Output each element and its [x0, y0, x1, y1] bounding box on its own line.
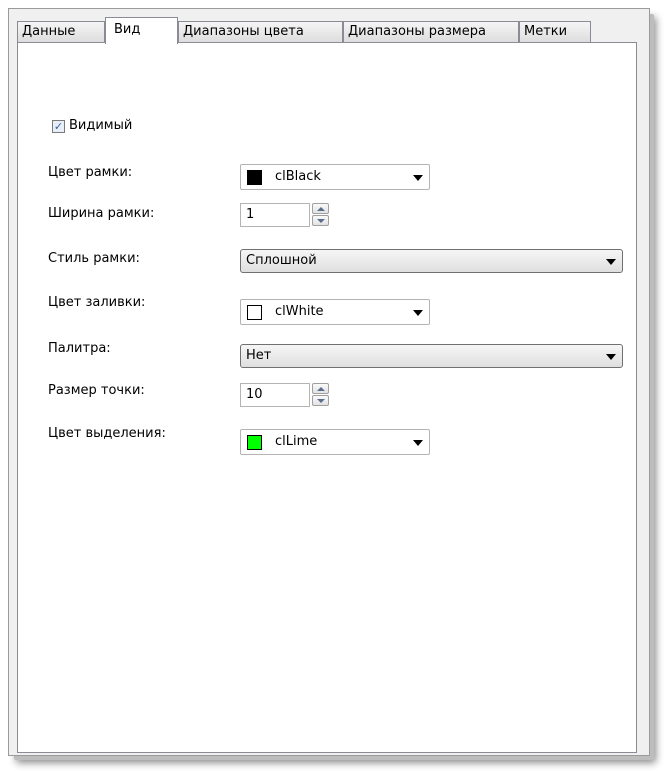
arrow-up-icon [317, 207, 325, 211]
fill-color-label: Цвет заливки: [48, 295, 146, 310]
point-size-label: Размер точки: [48, 383, 145, 398]
highlight-color-swatch [247, 435, 262, 450]
arrow-down-icon [317, 219, 325, 223]
border-style-label: Стиль рамки: [48, 251, 140, 266]
tab-data[interactable]: Данные [17, 21, 105, 43]
point-size-value: 10 [246, 387, 263, 402]
border-color-value: clBlack [275, 169, 321, 184]
border-color-label: Цвет рамки: [48, 165, 133, 180]
chevron-down-icon [413, 440, 423, 446]
palette-select[interactable]: Нет [240, 344, 623, 368]
tab-color-ranges[interactable]: Диапазоны цвета [178, 21, 343, 43]
tab-strip: Данные Вид Диапазоны цвета Диапазоны раз… [17, 17, 637, 44]
fill-color-select[interactable]: clWhite [240, 299, 430, 325]
view-tab-panel: ✓ Видимый Цвет рамки: clBlack Ширина рам… [17, 42, 637, 753]
fill-color-value: clWhite [275, 304, 324, 319]
border-width-input[interactable]: 1 [240, 203, 310, 227]
spin-down-button[interactable] [312, 215, 329, 226]
border-style-select[interactable]: Сплошной [240, 249, 623, 273]
border-width-value: 1 [246, 207, 255, 222]
palette-label: Палитра: [48, 341, 111, 356]
highlight-color-value: clLime [275, 434, 318, 449]
properties-window: Данные Вид Диапазоны цвета Диапазоны раз… [8, 8, 650, 756]
tab-size-ranges[interactable]: Диапазоны размера [343, 21, 519, 43]
palette-value: Нет [246, 348, 272, 363]
chevron-down-icon [413, 310, 423, 316]
arrow-down-icon [317, 399, 325, 403]
visible-checkbox[interactable]: ✓ [52, 120, 65, 133]
tab-view[interactable]: Вид [105, 17, 178, 44]
border-color-swatch [247, 170, 262, 185]
highlight-color-select[interactable]: clLime [240, 429, 430, 455]
visible-checkbox-label: Видимый [69, 118, 133, 133]
highlight-color-label: Цвет выделения: [48, 426, 166, 441]
chevron-down-icon [606, 259, 616, 265]
arrow-up-icon [317, 387, 325, 391]
chevron-down-icon [413, 175, 423, 181]
spin-down-button[interactable] [312, 395, 329, 406]
border-color-select[interactable]: clBlack [240, 164, 430, 190]
chevron-down-icon [606, 354, 616, 360]
spin-up-button[interactable] [312, 203, 329, 214]
border-width-spinner [312, 203, 330, 227]
border-style-value: Сплошной [246, 253, 317, 268]
border-width-label: Ширина рамки: [48, 206, 155, 221]
spin-up-button[interactable] [312, 383, 329, 394]
fill-color-swatch [247, 305, 262, 320]
point-size-spinner [312, 383, 330, 407]
point-size-input[interactable]: 10 [240, 383, 310, 407]
tab-labels[interactable]: Метки [519, 21, 591, 43]
